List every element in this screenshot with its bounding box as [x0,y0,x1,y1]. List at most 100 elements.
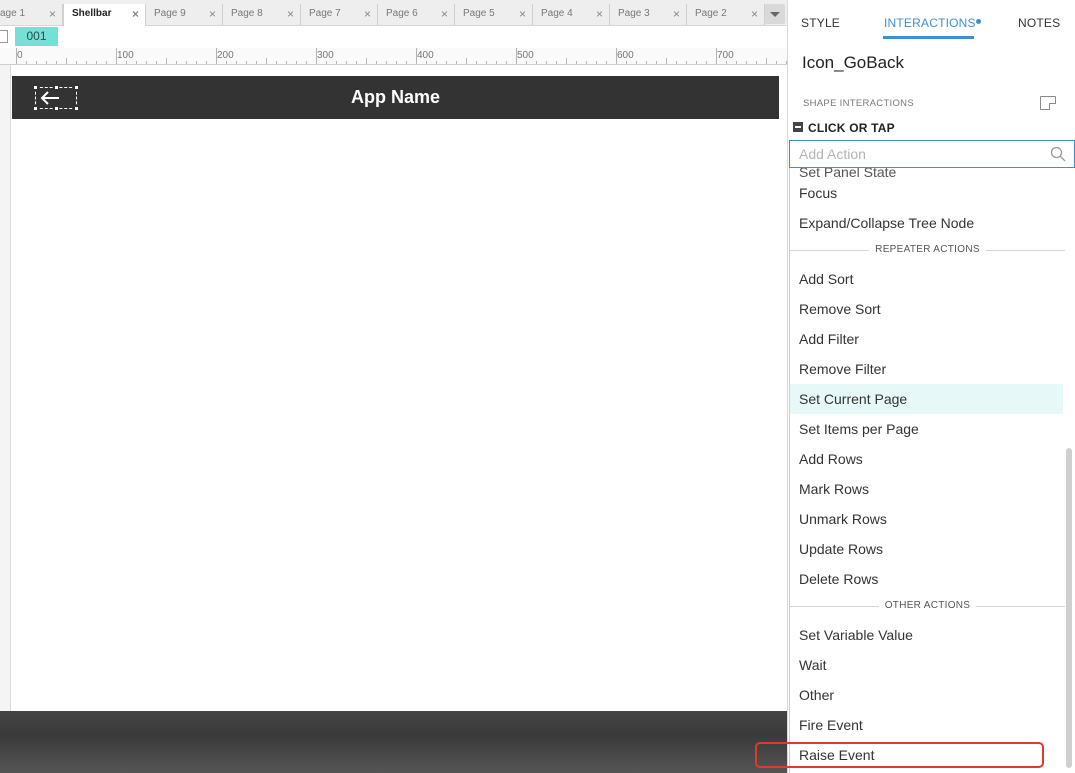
action-option[interactable]: Raise Event [790,740,1063,770]
tab-label: Page 4 [541,8,573,19]
tab-label: Page 5 [463,8,495,19]
go-back-icon[interactable] [33,85,79,111]
ruler-tick [76,61,77,64]
page-toolbar: 001 [0,26,787,48]
action-option[interactable]: Delete Rows [790,564,1063,594]
selection-handle[interactable] [33,106,38,111]
action-option[interactable]: Other [790,680,1063,710]
tab-page[interactable]: Shellbar × [63,4,146,27]
tab-page[interactable]: age 1 × [0,4,63,26]
ruler-tick [236,61,237,64]
action-option[interactable]: Set Current Page [790,384,1063,414]
ruler-tick [356,61,357,64]
ruler-tick [406,61,407,64]
ruler-tick [156,61,157,64]
tab-page[interactable]: Page 6 × [378,4,455,26]
ruler-tick [336,61,337,64]
dropdown-scrollbar[interactable] [1066,448,1072,768]
tab-page[interactable]: Page 9 × [146,4,223,26]
selection-handle[interactable] [54,106,59,111]
action-option[interactable]: Add Filter [790,324,1063,354]
tab-page[interactable]: Page 4 × [533,4,610,26]
widget-name[interactable]: Icon_GoBack [802,53,904,73]
close-icon[interactable]: × [287,4,294,24]
ruler-tick [646,61,647,64]
close-icon[interactable]: × [596,4,603,24]
close-icon[interactable]: × [364,4,371,24]
action-option[interactable]: Add Sort [790,264,1063,294]
new-interaction-icon[interactable] [1040,96,1056,110]
unsaved-dot-icon [976,19,981,24]
ruler-tick [66,58,67,64]
action-option[interactable]: Update Rows [790,534,1063,564]
ruler-tick [346,61,347,64]
shellbar[interactable]: App Name [12,76,779,119]
ruler-tick [576,61,577,64]
action-option[interactable]: Set Items per Page [790,414,1063,444]
ruler-tick [556,61,557,64]
tab-interactions[interactable]: INTERACTIONS [884,16,976,30]
active-tab-underline [883,36,974,39]
ruler-tick [526,61,527,64]
panel-tabs: STYLE INTERACTIONS NOTES [788,0,1075,40]
ruler-tick [186,61,187,64]
ruler-tick [466,58,467,64]
ruler-tick [656,61,657,64]
tab-overflow-dropdown[interactable] [765,4,785,24]
action-option[interactable]: Wait [790,650,1063,680]
selection-handle[interactable] [54,85,59,90]
action-option[interactable]: Remove Filter [790,354,1063,384]
event-label[interactable]: CLICK OR TAP [808,121,895,135]
selection-handle[interactable] [33,85,38,90]
design-canvas[interactable]: App Name [11,65,787,711]
action-option[interactable]: Expand/Collapse Tree Node [790,208,1063,238]
page-checkbox[interactable] [0,30,8,43]
ruler-tick [626,61,627,64]
tab-notes[interactable]: NOTES [1018,16,1060,30]
ruler-tick [266,58,267,64]
tab-page[interactable]: Page 3 × [610,4,687,26]
selection-handle[interactable] [74,106,79,111]
ruler-tick [376,61,377,64]
tab-label: Shellbar [72,8,112,19]
tab-label: age 1 [0,8,26,19]
close-icon[interactable]: × [209,4,216,24]
close-icon[interactable]: × [751,4,758,24]
action-option[interactable]: Fire Event [790,710,1063,740]
action-option[interactable]: Add Rows [790,444,1063,474]
tab-page[interactable]: Page 2 × [687,4,765,26]
tab-page[interactable]: Page 5 × [455,4,533,26]
action-option[interactable]: Unmark Rows [790,504,1063,534]
ruler-tick [456,61,457,64]
action-option[interactable]: Remove Sort [790,294,1063,324]
close-icon[interactable]: × [49,4,56,24]
add-action-input[interactable] [789,140,1075,168]
tab-page[interactable]: Page 7 × [301,4,378,26]
ruler-tick [106,61,107,64]
action-option[interactable]: Set Variable Value [790,620,1063,650]
collapse-icon[interactable] [793,122,803,132]
ruler-label: 700 [717,50,734,61]
ruler-tick [566,58,567,64]
tab-page[interactable]: Page 8 × [223,4,301,26]
ruler-tick [226,61,227,64]
ruler-tick [506,61,507,64]
bottom-dark-area [0,711,787,773]
close-icon[interactable]: × [441,4,448,24]
tab-label: Page 2 [695,8,727,19]
ruler-tick [196,61,197,64]
ruler-tick [436,61,437,64]
close-icon[interactable]: × [132,4,139,24]
vertical-ruler [0,65,11,711]
page-tab-bar: age 1 × Shellbar × Page 9 × Page 8 × Page 7 × Page… [0,0,787,27]
action-option[interactable]: Focus [790,178,1063,208]
action-option[interactable]: Mark Rows [790,474,1063,504]
close-icon[interactable]: × [673,4,680,24]
selection-handle[interactable] [74,85,79,90]
ruler-tick [766,58,767,64]
tab-label: Page 8 [231,8,263,19]
tab-style[interactable]: STYLE [801,16,840,30]
section-header-text: OTHER ACTIONS [790,600,1065,612]
ruler-tick [496,61,497,64]
close-icon[interactable]: × [519,4,526,24]
